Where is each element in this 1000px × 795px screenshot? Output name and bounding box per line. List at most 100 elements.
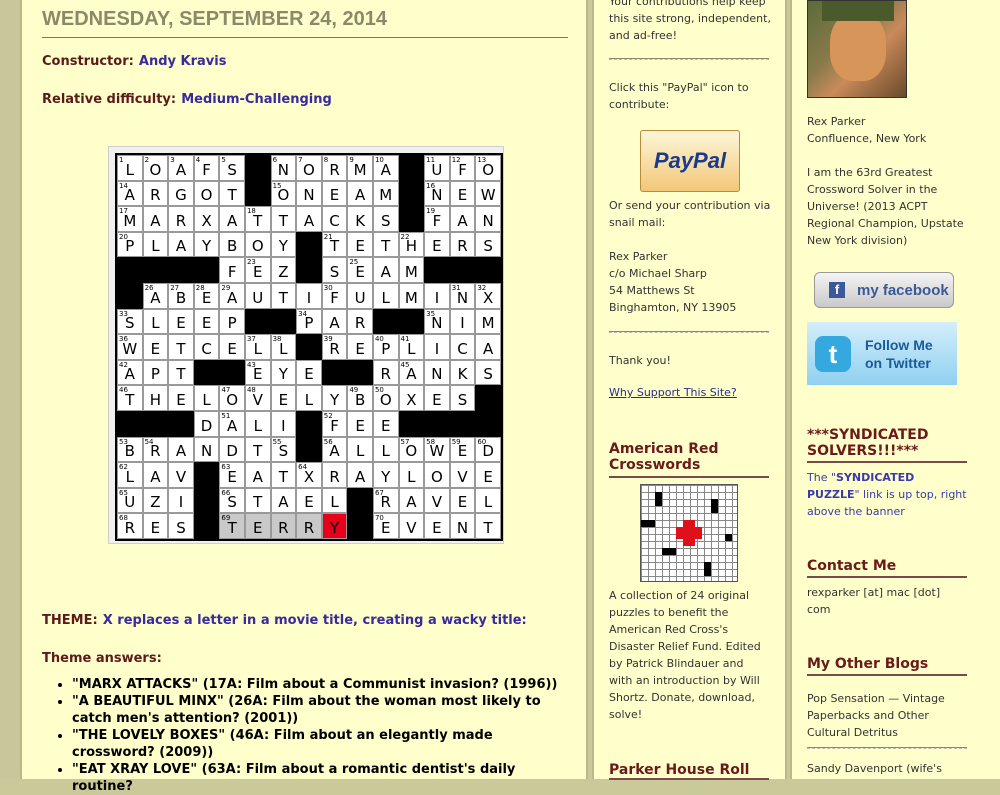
grid-cell: 64 X <box>296 462 322 488</box>
grid-cell: O <box>424 462 450 488</box>
clue-number: 19 <box>426 207 436 216</box>
cell-letter: U <box>252 288 264 307</box>
grid-cell: N <box>449 513 476 539</box>
cell-letter: V <box>457 467 468 486</box>
cell-letter: R <box>354 314 366 333</box>
grid-cell: 11 U <box>424 155 450 181</box>
grid-cell <box>347 513 373 539</box>
grid-cell: N <box>475 206 501 232</box>
grid-cell: D <box>193 410 220 437</box>
grid-cell: 3A <box>168 155 194 181</box>
grid-cell: E <box>244 513 271 539</box>
grid-cell: L <box>296 385 322 411</box>
blog-link-pop-sensation[interactable]: Pop Sensation — Vintage Paperbacks and O… <box>807 690 967 741</box>
grid-cell: M <box>372 180 399 207</box>
grid-cell: R <box>296 513 322 539</box>
difficulty-label: Relative difficulty: <box>42 92 177 107</box>
grid-cell: L <box>142 231 169 258</box>
cell-letter: N <box>456 518 469 537</box>
mail-prompt: Or send your contribution via snail mail… <box>609 199 771 229</box>
grid-cell: C <box>449 334 476 360</box>
clue-number: 17 <box>119 207 128 216</box>
theme-answers-label: Theme answers: <box>42 651 162 666</box>
cell-letter: W <box>480 186 496 205</box>
grid-cell: C <box>321 206 348 232</box>
cell-letter: V <box>431 493 443 512</box>
grid-cell: 34 P <box>296 308 322 335</box>
twitter-follow-button[interactable]: t Follow Me on Twitter <box>807 322 957 385</box>
grid-cell: T <box>244 487 271 514</box>
twitter-icon: t <box>815 335 851 372</box>
grid-cell: Z <box>270 257 297 283</box>
grid-cell <box>321 359 348 386</box>
cell-letter: L <box>407 467 416 486</box>
cell-letter: R <box>457 237 468 256</box>
clue-number: 47 <box>221 386 231 395</box>
other-blogs-title: My Other Blogs <box>807 656 967 676</box>
cell-letter: E <box>176 314 186 333</box>
clue-number: 10 <box>374 156 384 164</box>
constructor-label: Constructor: <box>42 54 134 69</box>
grid-cell: E <box>372 410 399 437</box>
grid-cell <box>142 410 169 437</box>
clue-number: 35 <box>426 309 436 318</box>
profile-location: Confluence, New York <box>807 132 927 145</box>
clue-number: 50 <box>374 386 384 395</box>
paypal-prompt: Click this "PayPal" icon to contribute: <box>609 81 749 111</box>
facebook-button[interactable]: f my facebook <box>814 272 954 308</box>
grid-cell: I <box>424 282 450 309</box>
grid-cell: 36 W <box>117 334 143 360</box>
grid-cell: N <box>193 436 220 463</box>
clue-number: 31 <box>451 283 461 292</box>
grid-cell: 50 O <box>372 385 399 411</box>
cell-letter: T <box>483 518 493 537</box>
twitter-label: Follow Me on Twitter <box>865 336 933 372</box>
grid-cell: 66 S <box>219 487 245 514</box>
grid-cell <box>193 359 220 386</box>
cell-letter: O <box>303 160 315 179</box>
grid-cell: 16 N <box>424 180 450 207</box>
divider <box>807 747 967 749</box>
red-cross-puzzle-thumbnail[interactable] <box>640 484 738 582</box>
cell-letter: V <box>406 518 417 537</box>
blog-link-sandy-davenport[interactable]: Sandy Davenport (wife's <box>807 760 967 777</box>
cell-letter: A <box>175 237 187 256</box>
avatar[interactable] <box>807 0 907 98</box>
grid-cell: 60 D <box>475 436 501 463</box>
clue-number: 41 <box>400 335 410 344</box>
grid-cell: 63 E <box>219 462 245 488</box>
grid-cell: 5S <box>219 155 245 181</box>
clue-number: 59 <box>451 437 461 446</box>
grid-cell: Y <box>321 385 348 411</box>
grid-cell: X <box>398 385 425 411</box>
theme-answers-list: "MARX ATTACKS" (17A: Film about a Commun… <box>54 676 574 795</box>
clue-number: 20 <box>119 232 128 241</box>
paypal-button[interactable]: PayPal <box>640 130 740 192</box>
constructor-name[interactable]: Andy Kravis <box>139 54 227 69</box>
why-support-link[interactable]: Why Support This Site? <box>609 386 737 399</box>
grid-cell: 46 T <box>117 385 143 411</box>
grid-cell: I <box>270 410 297 437</box>
profile-name: Rex Parker <box>807 115 866 128</box>
grid-cell: 22 H <box>398 231 425 258</box>
cell-letter: R <box>175 211 187 230</box>
grid-cell: L <box>142 308 169 335</box>
grid-cell: I <box>449 308 476 335</box>
grid-cell <box>347 359 373 386</box>
grid-cell: Y <box>321 513 348 539</box>
mail-address: Rex Parker c/o Michael Sharp 54 Matthews… <box>609 248 774 316</box>
page-background-stripe <box>0 0 20 779</box>
clue-number: 43 <box>246 360 256 369</box>
cell-letter: L <box>304 390 314 409</box>
cell-letter: K <box>457 365 468 384</box>
cell-letter: L <box>253 416 262 435</box>
grid-cell: A <box>244 462 271 488</box>
cell-letter: X <box>201 211 212 230</box>
grid-cell: E <box>193 308 220 335</box>
grid-cell: 70 E <box>372 513 399 539</box>
grid-cell: 29 A <box>219 282 245 309</box>
grid-cell: L <box>372 436 399 463</box>
grid-cell: T <box>270 462 297 488</box>
cell-letter: A <box>457 211 468 230</box>
clue-number: 27 <box>170 283 180 292</box>
